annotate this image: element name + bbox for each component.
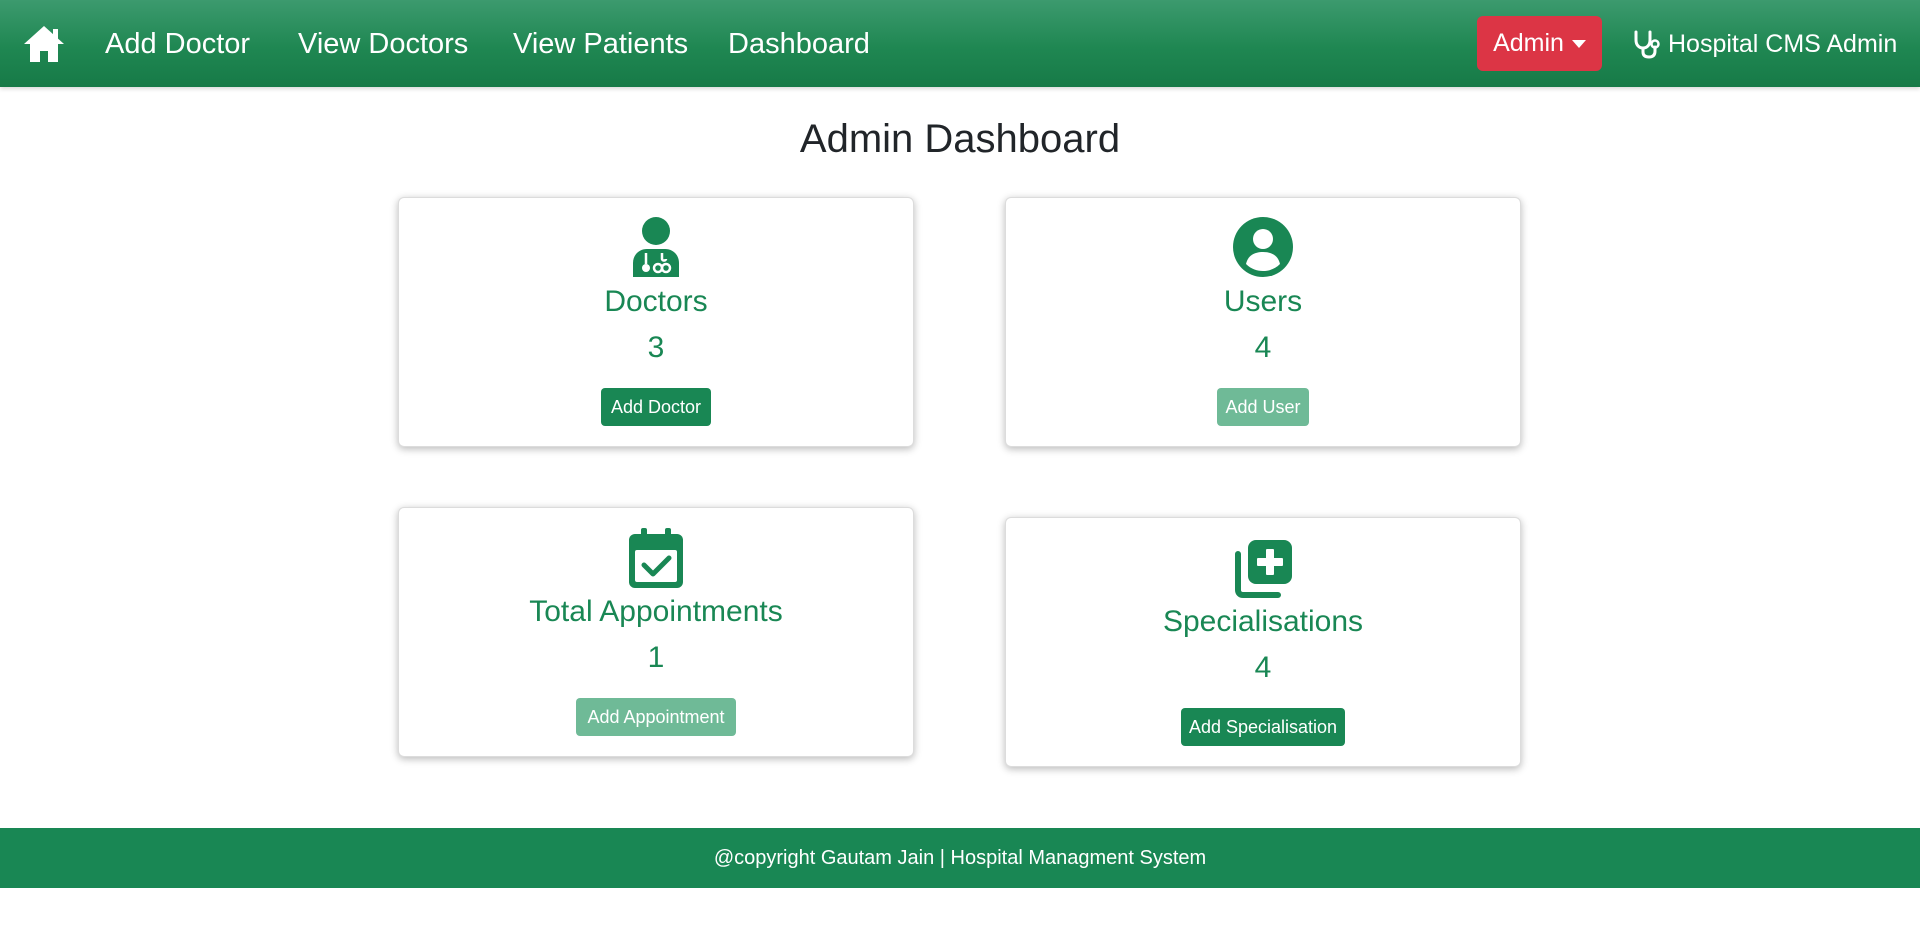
add-specialisation-button[interactable]: Add Specialisation: [1181, 708, 1345, 746]
footer: @copyright Gautam Jain | Hospital Managm…: [0, 828, 1920, 888]
house-icon: [24, 26, 64, 62]
nav-view-doctors[interactable]: View Doctors: [298, 24, 468, 64]
users-card-title: Users: [1223, 285, 1303, 318]
circle-user-icon: [1233, 217, 1293, 277]
specialisations-count: 4: [1254, 651, 1272, 684]
doctors-count: 3: [647, 331, 665, 364]
brand-label: Hospital CMS Admin: [1668, 29, 1898, 58]
stethoscope-icon: [1634, 30, 1660, 59]
notes-medical-icon: [1235, 540, 1292, 598]
top-navbar: Add Doctor View Doctors View Patients Da…: [0, 0, 1920, 87]
nav-dashboard[interactable]: Dashboard: [728, 24, 870, 64]
calendar-check-icon: [629, 528, 683, 588]
add-doctor-button[interactable]: Add Doctor: [601, 388, 711, 426]
caret-down-icon: [1571, 39, 1586, 48]
appointments-count: 1: [647, 641, 665, 674]
nav-view-patients[interactable]: View Patients: [513, 24, 688, 64]
footer-text: @copyright Gautam Jain | Hospital Managm…: [713, 846, 1207, 869]
specialisations-card-title: Specialisations: [1162, 605, 1364, 638]
users-card: Users 4 Add User: [1005, 197, 1521, 447]
add-appointment-button[interactable]: Add Appointment: [576, 698, 736, 736]
admin-dropdown-label: Admin: [1493, 29, 1564, 57]
specialisations-card: Specialisations 4 Add Specialisation: [1005, 517, 1521, 767]
users-count: 4: [1254, 331, 1272, 364]
add-user-button[interactable]: Add User: [1217, 388, 1309, 426]
home-link[interactable]: [22, 24, 66, 64]
doctors-card: Doctors 3 Add Doctor: [398, 197, 914, 447]
appointments-card: Total Appointments 1 Add Appointment: [398, 507, 914, 757]
nav-add-doctor[interactable]: Add Doctor: [105, 24, 250, 64]
user-doctor-icon: [633, 217, 679, 277]
page-title: Admin Dashboard: [799, 117, 1121, 161]
admin-dropdown-button[interactable]: Admin: [1477, 16, 1602, 71]
appointments-card-title: Total Appointments: [529, 595, 783, 628]
doctors-card-title: Doctors: [604, 285, 708, 318]
brand[interactable]: Hospital CMS Admin: [1632, 26, 1897, 62]
